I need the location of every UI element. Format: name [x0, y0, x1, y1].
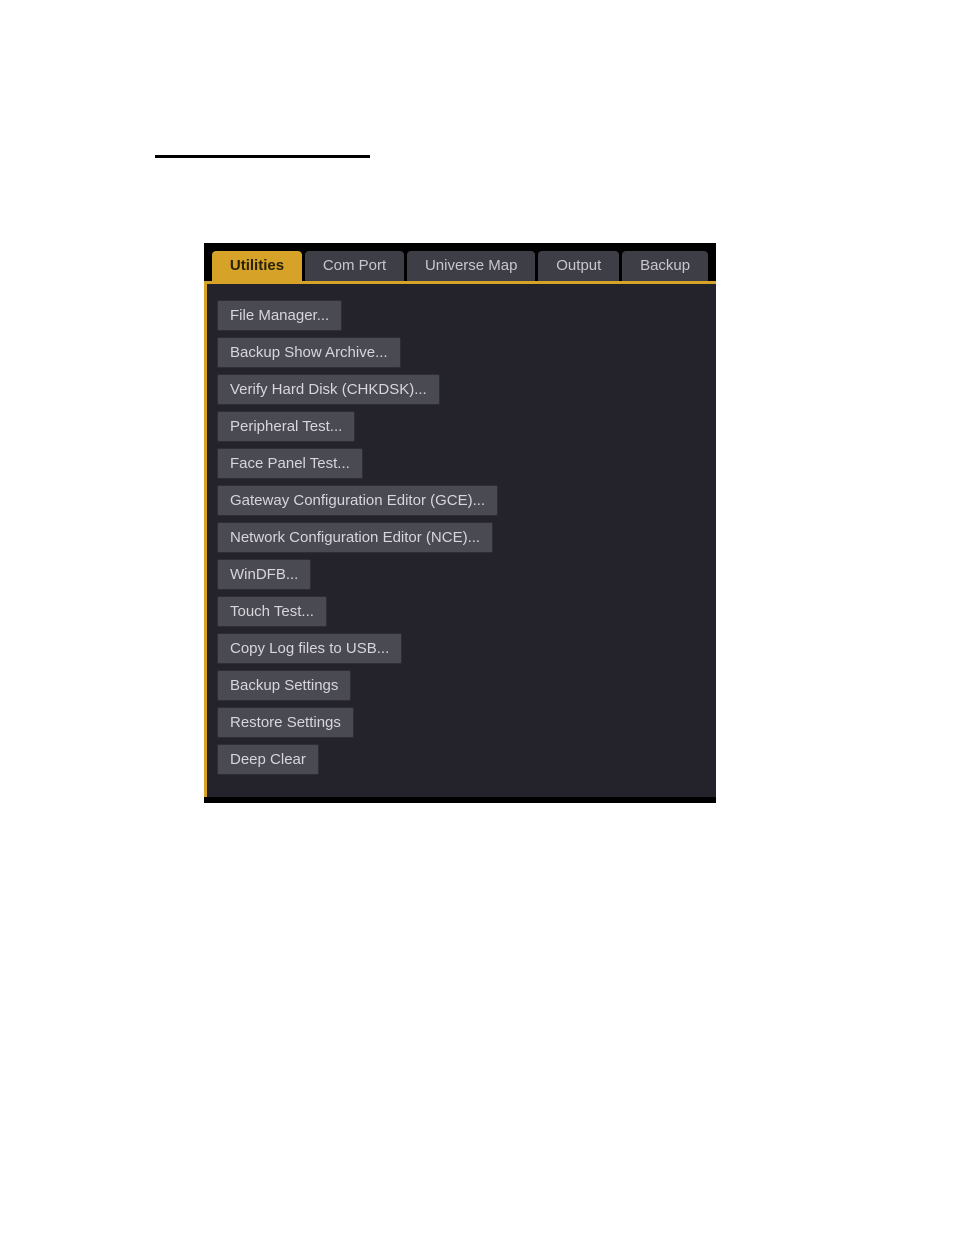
- restore-settings-button[interactable]: Restore Settings: [217, 707, 354, 738]
- windfb-button[interactable]: WinDFB...: [217, 559, 311, 590]
- tab-utilities[interactable]: Utilities: [212, 251, 302, 281]
- tab-com-port[interactable]: Com Port: [305, 251, 404, 281]
- backup-show-archive-button[interactable]: Backup Show Archive...: [217, 337, 401, 368]
- gateway-config-editor-button[interactable]: Gateway Configuration Editor (GCE)...: [217, 485, 498, 516]
- verify-hard-disk-button[interactable]: Verify Hard Disk (CHKDSK)...: [217, 374, 440, 405]
- panel-body: File Manager... Backup Show Archive... V…: [204, 281, 716, 797]
- tab-bar: Utilities Com Port Universe Map Output B…: [204, 243, 716, 281]
- deep-clear-button[interactable]: Deep Clear: [217, 744, 319, 775]
- touch-test-button[interactable]: Touch Test...: [217, 596, 327, 627]
- section-underline: [155, 155, 370, 158]
- network-config-editor-button[interactable]: Network Configuration Editor (NCE)...: [217, 522, 493, 553]
- file-manager-button[interactable]: File Manager...: [217, 300, 342, 331]
- peripheral-test-button[interactable]: Peripheral Test...: [217, 411, 355, 442]
- tab-output[interactable]: Output: [538, 251, 619, 281]
- utilities-panel: Utilities Com Port Universe Map Output B…: [204, 243, 716, 803]
- tab-backup[interactable]: Backup: [622, 251, 708, 281]
- tab-universe-map[interactable]: Universe Map: [407, 251, 535, 281]
- backup-settings-button[interactable]: Backup Settings: [217, 670, 351, 701]
- face-panel-test-button[interactable]: Face Panel Test...: [217, 448, 363, 479]
- copy-log-files-button[interactable]: Copy Log files to USB...: [217, 633, 402, 664]
